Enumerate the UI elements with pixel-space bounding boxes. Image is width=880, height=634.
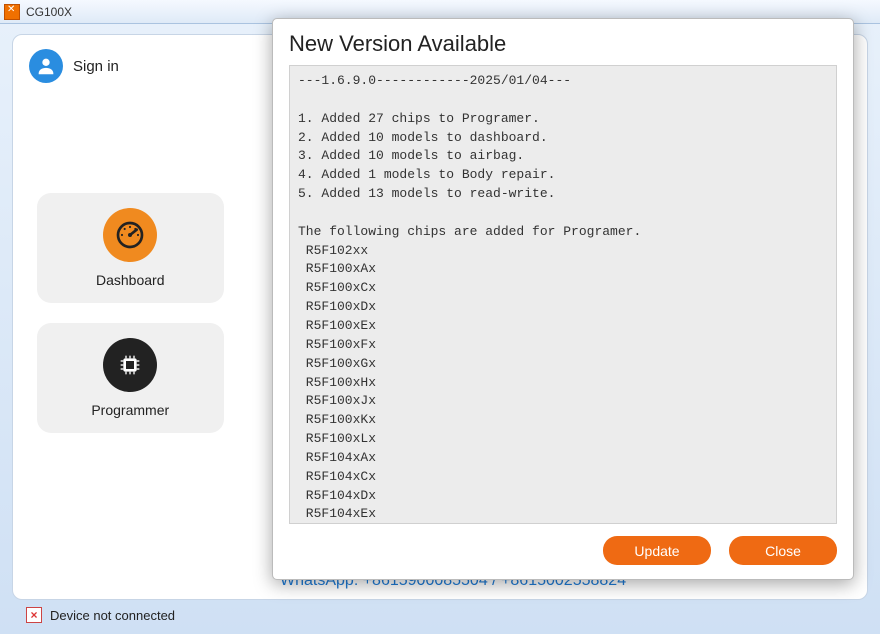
programmer-icon [103,338,157,392]
app-icon [4,4,20,20]
dashboard-icon [103,208,157,262]
app-title: CG100X [26,5,72,19]
sign-in-link[interactable]: Sign in [73,58,119,75]
tile-label: Dashboard [96,272,165,288]
modal-button-row: Update Close [289,536,837,565]
modal-title: New Version Available [289,31,837,57]
tile-dashboard[interactable]: Dashboard [37,193,224,303]
update-modal: New Version Available ---1.6.9.0--------… [272,18,854,580]
close-button[interactable]: Close [729,536,837,565]
status-text: Device not connected [50,608,175,623]
status-bar: Device not connected [12,600,868,630]
avatar-icon[interactable] [29,49,63,83]
disconnected-icon [26,607,42,623]
main-window: CG100X Sign in Dashboard [0,0,880,634]
update-button[interactable]: Update [603,536,711,565]
tile-label: Programmer [91,402,169,418]
changelog-text[interactable]: ---1.6.9.0------------2025/01/04--- 1. A… [289,65,837,524]
tile-programmer[interactable]: Programmer [37,323,224,433]
